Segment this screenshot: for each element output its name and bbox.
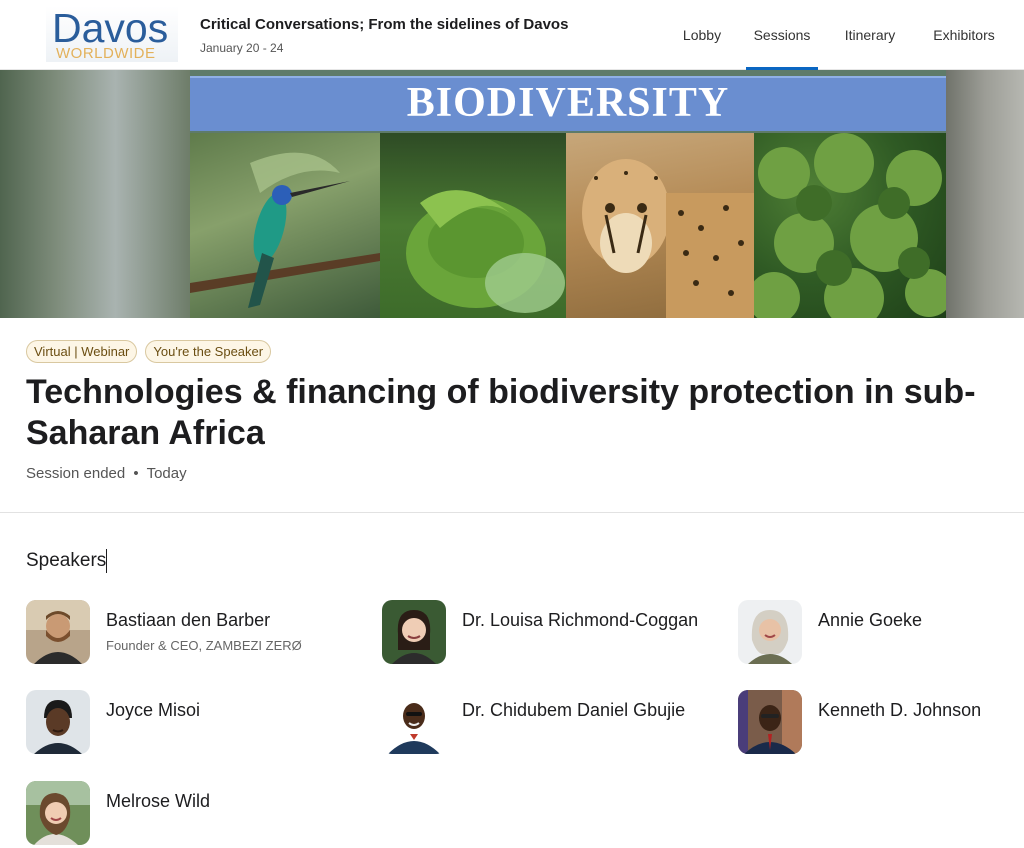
speaker-name: Kenneth D. Johnson [818,700,982,720]
davos-worldwide-logo[interactable]: Davos WORLDWIDE [46,6,178,62]
nav-tab-label: Itinerary [844,27,896,43]
speaker-card[interactable]: Annie Goeke [738,600,1018,664]
avatar [738,600,802,664]
speaker-name: Dr. Louisa Richmond-Coggan [462,610,699,630]
speakers-heading: Speakers [26,550,107,571]
speaker-card[interactable]: Joyce Misoi [26,690,356,754]
text-cursor [106,549,107,573]
nav-tab-label: Lobby [682,27,722,43]
nav-tab-exhibitors[interactable]: Exhibitors [922,0,1006,70]
logo-text-top: Davos [52,5,169,51]
section-divider [0,512,1024,513]
logo-text-bottom: WORLDWIDE [56,45,156,62]
speaker-card[interactable]: Dr. Chidubem Daniel Gbujie [382,690,722,754]
session-status-text: Session ended [26,465,126,482]
speaker-name: Dr. Chidubem Daniel Gbujie [462,700,686,720]
speaker-name: Annie Goeke [818,610,923,630]
tag-role: You're the Speaker [145,340,272,363]
nav-tab-label: Sessions [753,27,811,43]
speaker-name: Bastiaan den Barber [106,610,271,630]
status-separator: • [133,465,139,482]
banner-title: BIODIVERSITY [406,80,730,126]
tag-format: Virtual | Webinar [26,340,138,363]
nav-tab-sessions[interactable]: Sessions [746,0,818,70]
hummingbird-image [190,133,380,318]
avatar [26,600,90,664]
speaker-name: Joyce Misoi [106,700,201,720]
nav-tab-label: Exhibitors [933,27,995,43]
session-status: Session ended • Today [26,465,187,482]
speaker-card[interactable]: Bastiaan den Barber Founder & CEO, ZAMBE… [26,600,356,664]
banner-blur-right [946,70,1024,318]
session-tags: Virtual | Webinar You're the Speaker [26,340,272,363]
avatar [382,600,446,664]
session-banner: BIODIVERSITY [0,70,1024,318]
speaker-card[interactable]: Dr. Louisa Richmond-Coggan [382,600,722,664]
banner-blur-left [0,70,192,318]
speaker-role: Founder & CEO, ZAMBEZI ZERØ [106,638,302,653]
event-dates: January 20 - 24 [200,41,284,55]
nav-tab-itinerary[interactable]: Itinerary [834,0,906,70]
avatar [26,690,90,754]
session-title: Technologies & financing of biodiversity… [26,373,976,452]
cheetah-image [566,133,754,318]
avatar [26,781,90,845]
biodiversity-banner-image: BIODIVERSITY [190,70,946,318]
top-header: Davos WORLDWIDE Critical Conversations; … [0,0,1024,70]
speaker-name: Melrose Wild [106,791,211,811]
nav-tab-lobby[interactable]: Lobby [670,0,734,70]
avatar [738,690,802,754]
speaker-card[interactable]: Kenneth D. Johnson [738,690,1018,754]
session-when: Today [146,465,187,482]
speaker-card[interactable]: Melrose Wild [26,781,356,845]
event-title[interactable]: Critical Conversations; From the sidelin… [200,16,568,33]
avatar [382,690,446,754]
rainforest-image [754,133,946,318]
green-snake-image [380,133,566,318]
